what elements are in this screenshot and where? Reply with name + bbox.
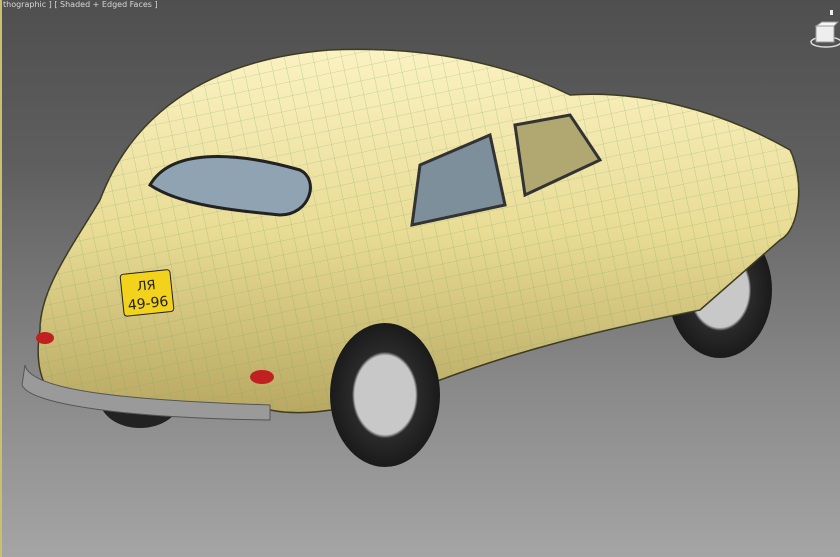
license-plate: ЛЯ 49-96: [119, 269, 175, 317]
perspective-viewport[interactable]: thographic ] [ Shaded + Edged Faces ] ЛЯ…: [0, 0, 840, 557]
left-tail-light: [36, 332, 54, 344]
rear-near-wheel: [330, 323, 440, 467]
plate-line-1: ЛЯ: [136, 278, 156, 295]
car-model-render[interactable]: ЛЯ 49-96: [0, 0, 840, 557]
right-tail-light: [250, 370, 274, 384]
viewcube-icon[interactable]: [806, 10, 840, 50]
